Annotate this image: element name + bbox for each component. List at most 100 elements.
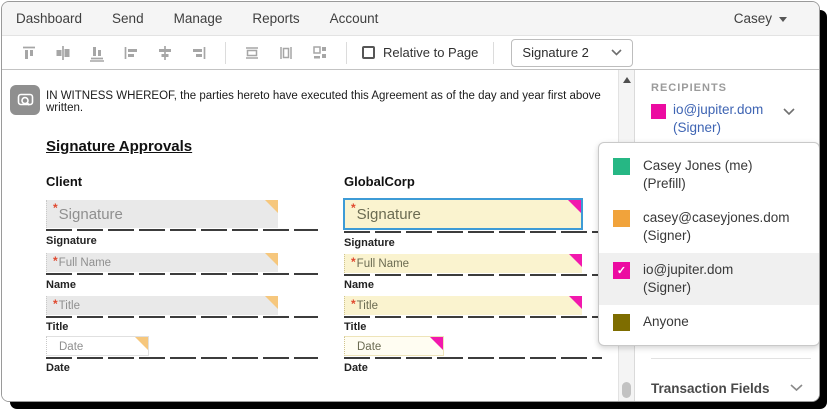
main-area: IN WITNESS WHEREOF, the parties hereto h… [2,70,819,401]
field-date-globalcorp[interactable]: Date [344,336,444,356]
distribute-vertical-icon[interactable] [276,43,296,63]
signature-underline [46,316,318,318]
nav-manage[interactable]: Manage [174,11,223,26]
relative-to-page-option[interactable]: Relative to Page [362,45,478,60]
signature-underline [46,273,318,275]
field-title-globalcorp[interactable]: * Title [344,296,582,315]
checkmark-icon: ✓ [617,264,626,277]
signature-underline [46,357,318,359]
menu-item-role: (Prefill) [643,176,686,191]
assignment-corner-icon [265,253,278,266]
nav-reports[interactable]: Reports [252,11,299,26]
field-placeholder: Full Name [357,254,409,270]
field-date-client[interactable]: Date [46,336,149,356]
document-page: IN WITNESS WHEREOF, the parties hereto h… [2,70,618,401]
chevron-down-icon [790,384,803,392]
field-placeholder: Signature [357,200,421,223]
relative-to-page-checkbox[interactable] [362,46,375,59]
scroll-up-arrow-icon[interactable] [623,77,631,83]
menu-item-name: io@jupiter.dom [643,262,733,277]
field-caption: Signature [344,237,395,249]
recipient-role: (Signer) [673,120,721,135]
document-heading: Signature Approvals [46,138,192,155]
recipient-color-swatch [613,158,630,175]
assignment-corner-icon [569,254,582,267]
field-placeholder: Signature [59,200,123,223]
column-title-client: Client [46,174,82,189]
field-fullname-globalcorp[interactable]: * Full Name [344,254,582,273]
required-asterisk: * [47,200,59,213]
relative-to-page-label: Relative to Page [383,45,478,60]
chevron-down-icon [611,49,622,56]
field-name-select[interactable]: Signature 2 [511,39,633,67]
chevron-down-icon[interactable] [783,108,795,116]
toolbar-separator [493,42,494,64]
field-magnifier-icon [17,92,34,109]
document-paragraph: IN WITNESS WHEREOF, the parties hereto h… [46,90,611,114]
field-placeholder: Date [47,337,83,353]
menu-item-role: (Signer) [643,280,691,295]
align-left-icon[interactable] [121,43,141,63]
field-placeholder: Title [357,296,378,312]
menu-item-casey-jones[interactable]: Casey Jones (me) (Prefill) [599,149,819,201]
field-caption: Signature [46,235,97,247]
section-transaction-fields[interactable]: Transaction Fields [651,378,807,398]
nav-account[interactable]: Account [330,11,379,26]
menu-item-casey-email[interactable]: casey@caseyjones.dom (Signer) [599,201,819,253]
assignment-corner-icon [135,337,148,350]
recipient-color-swatch [613,210,630,227]
signature-underline [46,229,318,231]
align-horizontal-center-icon[interactable] [155,43,175,63]
section-label: Transaction Fields [651,381,770,396]
field-fullname-client[interactable]: * Full Name [46,253,278,272]
required-asterisk: * [47,253,59,266]
field-caption: Title [344,321,366,333]
field-placeholder: Date [345,337,381,353]
recipient-color-swatch [613,314,630,331]
scrollbar-thumb[interactable] [622,382,631,398]
field-caption: Date [46,362,70,374]
required-asterisk: * [47,296,59,309]
assignment-corner-icon [569,296,582,309]
signature-underline [344,316,602,318]
user-menu[interactable]: Casey [734,11,787,26]
sidebar-divider [651,358,811,359]
field-signature-client[interactable]: * Signature [46,200,278,228]
nav-dashboard[interactable]: Dashboard [16,11,82,26]
match-size-icon[interactable] [310,43,330,63]
nav-send[interactable]: Send [112,11,144,26]
signature-underline [344,357,602,359]
field-targeting-button[interactable] [10,85,40,115]
column-title-globalcorp: GlobalCorp [344,174,415,189]
required-asterisk: * [345,200,357,213]
field-caption: Date [344,362,368,374]
caret-down-icon [779,17,787,22]
field-name-select-value: Signature 2 [522,45,589,60]
menu-item-io-jupiter[interactable]: ✓ io@jupiter.dom (Signer) [599,253,819,305]
toolbar-separator [225,42,226,64]
align-vertical-center-icon[interactable] [53,43,73,63]
recipients-header: RECIPIENTS [651,82,727,94]
distribute-horizontal-icon[interactable] [242,43,262,63]
field-toolbar: Relative to Page Signature 2 [2,36,819,70]
recipient-color-swatch [651,104,666,119]
assignment-corner-icon [265,296,278,309]
align-bottom-icon[interactable] [87,43,107,63]
align-right-icon[interactable] [189,43,209,63]
field-signature-globalcorp-selected[interactable]: * Signature [343,198,583,230]
required-asterisk: * [345,296,357,309]
toolbar-separator [346,42,347,64]
menu-item-name: casey@caseyjones.dom [643,210,790,225]
field-title-client[interactable]: * Title [46,296,278,315]
align-top-icon[interactable] [19,43,39,63]
required-asterisk: * [345,254,357,267]
field-caption: Name [46,279,76,291]
signature-underline [344,231,602,233]
checked-color-swatch: ✓ [613,262,630,279]
menu-item-role: (Signer) [643,228,691,243]
field-caption: Name [344,279,374,291]
assignment-corner-icon [568,200,581,213]
assignment-corner-icon [265,200,278,213]
recipient-dropdown-menu: Casey Jones (me) (Prefill) casey@caseyjo… [598,142,820,346]
menu-item-anyone[interactable]: Anyone [599,305,819,339]
